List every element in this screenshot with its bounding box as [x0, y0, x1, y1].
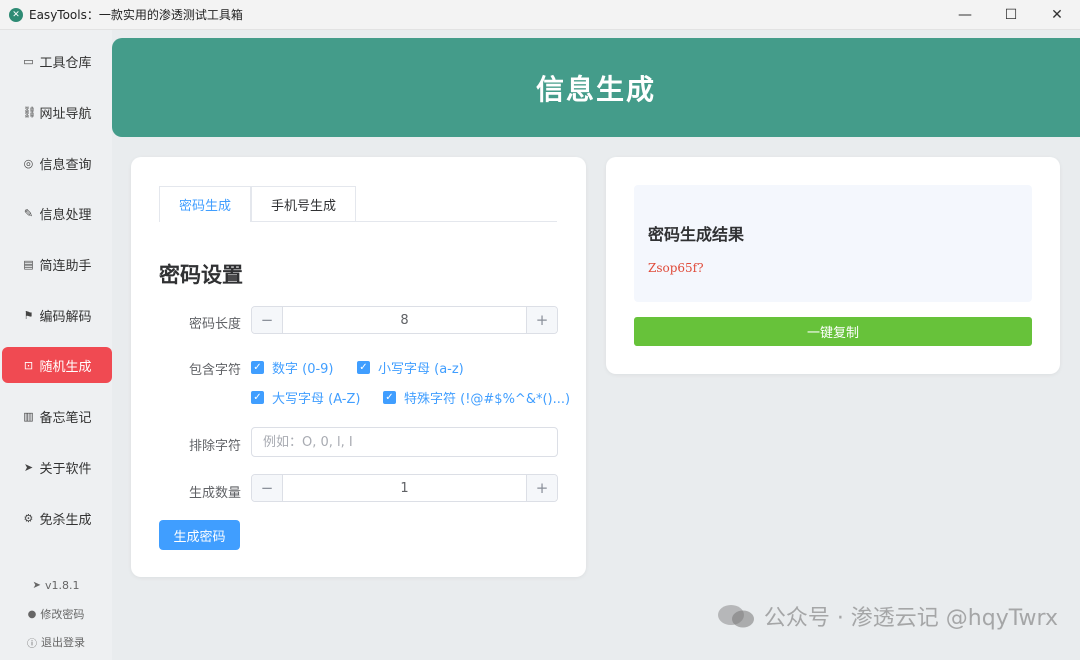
sidebar-item-info-query[interactable]: ◎ 信息查询: [2, 145, 112, 181]
count-label: 生成数量: [188, 486, 241, 501]
sidebar-item-label: 备忘笔记: [39, 410, 92, 426]
link-icon: ⛓: [22, 105, 37, 119]
checkbox-label: 大写字母 (A-Z): [272, 392, 361, 407]
length-value[interactable]: 8: [283, 307, 526, 333]
page-header: 信息生成: [112, 38, 1080, 137]
minimize-button[interactable]: —: [942, 0, 988, 30]
version-label: v1.8.1: [44, 579, 80, 592]
flag-icon: ⚑: [23, 308, 34, 322]
length-decrement-button[interactable]: −: [252, 307, 283, 333]
generated-password: Zsop65f?: [648, 261, 704, 275]
chat-icon: ◎: [23, 156, 34, 170]
cart-icon: ⊡: [23, 358, 34, 372]
length-stepper: − 8 +: [251, 306, 558, 334]
page-title: 信息生成: [535, 72, 656, 106]
count-value[interactable]: 1: [283, 475, 526, 501]
result-title: 密码生成结果: [648, 225, 745, 244]
length-increment-button[interactable]: +: [526, 307, 557, 333]
window-controls: — ☐ ✕: [942, 0, 1080, 30]
exclude-input[interactable]: [251, 427, 558, 457]
tab-phone-gen[interactable]: 手机号生成: [251, 186, 357, 222]
sidebar-item-random-gen[interactable]: ⊡ 随机生成: [2, 347, 112, 383]
count-decrement-button[interactable]: −: [252, 475, 283, 501]
change-password-label: 修改密码: [40, 608, 85, 621]
sidebar-item-label: 信息处理: [39, 207, 92, 223]
tab-bar: 密码生成 手机号生成: [159, 186, 557, 222]
shield-icon: ⚙: [23, 511, 34, 525]
count-stepper: − 1 +: [251, 474, 558, 502]
logout-link[interactable]: ⓘ 退出登录: [0, 634, 112, 650]
length-label: 密码长度: [188, 317, 241, 332]
watermark-text: 公众号 · 渗透云记 @hqyTwrx: [763, 606, 1058, 631]
checkbox-lowercase[interactable]: ✓ 小写字母 (a-z): [357, 358, 464, 377]
result-card: 密码生成结果 Zsop65f? 一键复制: [606, 157, 1060, 374]
sidebar-item-info-process[interactable]: ✎ 信息处理: [2, 195, 112, 231]
sidebar-item-av-evasion[interactable]: ⚙ 免杀生成: [2, 500, 112, 536]
sidebar-item-connect-helper[interactable]: ▤ 简连助手: [2, 246, 112, 282]
checkmark-icon: ✓: [251, 391, 264, 404]
sidebar-item-label: 关于软件: [39, 461, 92, 477]
sidebar-item-label: 信息查询: [39, 157, 92, 173]
sidebar-item-encode-decode[interactable]: ⚑ 编码解码: [2, 297, 112, 333]
change-password-link[interactable]: ● 修改密码: [0, 606, 112, 622]
checkmark-icon: ✓: [357, 361, 370, 374]
wechat-icon: [717, 605, 754, 628]
checkmark-icon: ✓: [383, 391, 396, 404]
sidebar-item-url-nav[interactable]: ⛓ 网址导航: [2, 94, 112, 130]
tab-password-gen[interactable]: 密码生成: [159, 186, 252, 222]
sidebar-item-about[interactable]: ➤ 关于软件: [2, 449, 112, 485]
count-increment-button[interactable]: +: [526, 475, 557, 501]
send-icon: ➤: [23, 460, 34, 474]
window-titlebar: ✕ EasyTools：一款实用的渗透测试工具箱 — ☐ ✕: [0, 0, 1080, 30]
checkbox-uppercase[interactable]: ✓ 大写字母 (A-Z): [251, 388, 360, 407]
sidebar-item-label: 免杀生成: [39, 512, 92, 528]
result-panel: 密码生成结果 Zsop65f?: [634, 185, 1032, 302]
sidebar-item-notes[interactable]: ▥ 备忘笔记: [2, 398, 112, 434]
watermark: 公众号 · 渗透云记 @hqyTwrx: [716, 600, 1058, 632]
checkmark-icon: ✓: [251, 361, 264, 374]
checkbox-label: 特殊字符 (!@#$%^&*()...): [404, 392, 571, 407]
edit-icon: ✎: [23, 206, 34, 220]
password-settings-card: 密码生成 手机号生成 密码设置 密码长度 − 8 + 包含字符 ✓ 数字 (0-…: [131, 157, 586, 577]
checkbox-label: 小写字母 (a-z): [378, 362, 464, 377]
maximize-button[interactable]: ☐: [988, 0, 1034, 30]
sidebar-item-label: 随机生成: [39, 359, 92, 375]
checkbox-label: 数字 (0-9): [272, 362, 334, 377]
info-icon: ⓘ: [27, 638, 37, 650]
window-title: EasyTools：一款实用的渗透测试工具箱: [29, 8, 243, 22]
sidebar-item-label: 工具仓库: [39, 55, 92, 71]
sidebar-item-label: 简连助手: [39, 258, 92, 274]
sidebar-item-label: 编码解码: [39, 309, 92, 325]
document-icon: ▤: [23, 257, 34, 271]
copy-button[interactable]: 一键复制: [634, 317, 1032, 346]
sidebar-item-tool-repo[interactable]: ▭ 工具仓库: [2, 43, 112, 79]
exclude-label: 排除字符: [188, 439, 241, 454]
checkbox-digits[interactable]: ✓ 数字 (0-9): [251, 358, 334, 377]
close-button[interactable]: ✕: [1034, 0, 1080, 30]
box-icon: ▭: [23, 54, 34, 68]
send-icon: ➤: [32, 580, 41, 591]
version-info: ➤ v1.8.1: [0, 579, 112, 592]
sidebar: ▭ 工具仓库 ⛓ 网址导航 ◎ 信息查询 ✎ 信息处理 ▤ 简连助手 ⚑ 编码解…: [0, 30, 112, 660]
checkbox-special[interactable]: ✓ 特殊字符 (!@#$%^&*()...): [383, 388, 570, 407]
section-title: 密码设置: [159, 263, 243, 287]
chars-label: 包含字符: [188, 363, 241, 378]
logout-label: 退出登录: [41, 636, 85, 649]
app-logo-icon: ✕: [9, 7, 23, 22]
generate-password-button[interactable]: 生成密码: [159, 520, 240, 550]
user-icon: ●: [27, 608, 37, 620]
notebook-icon: ▥: [23, 409, 34, 423]
sidebar-item-label: 网址导航: [39, 106, 92, 122]
